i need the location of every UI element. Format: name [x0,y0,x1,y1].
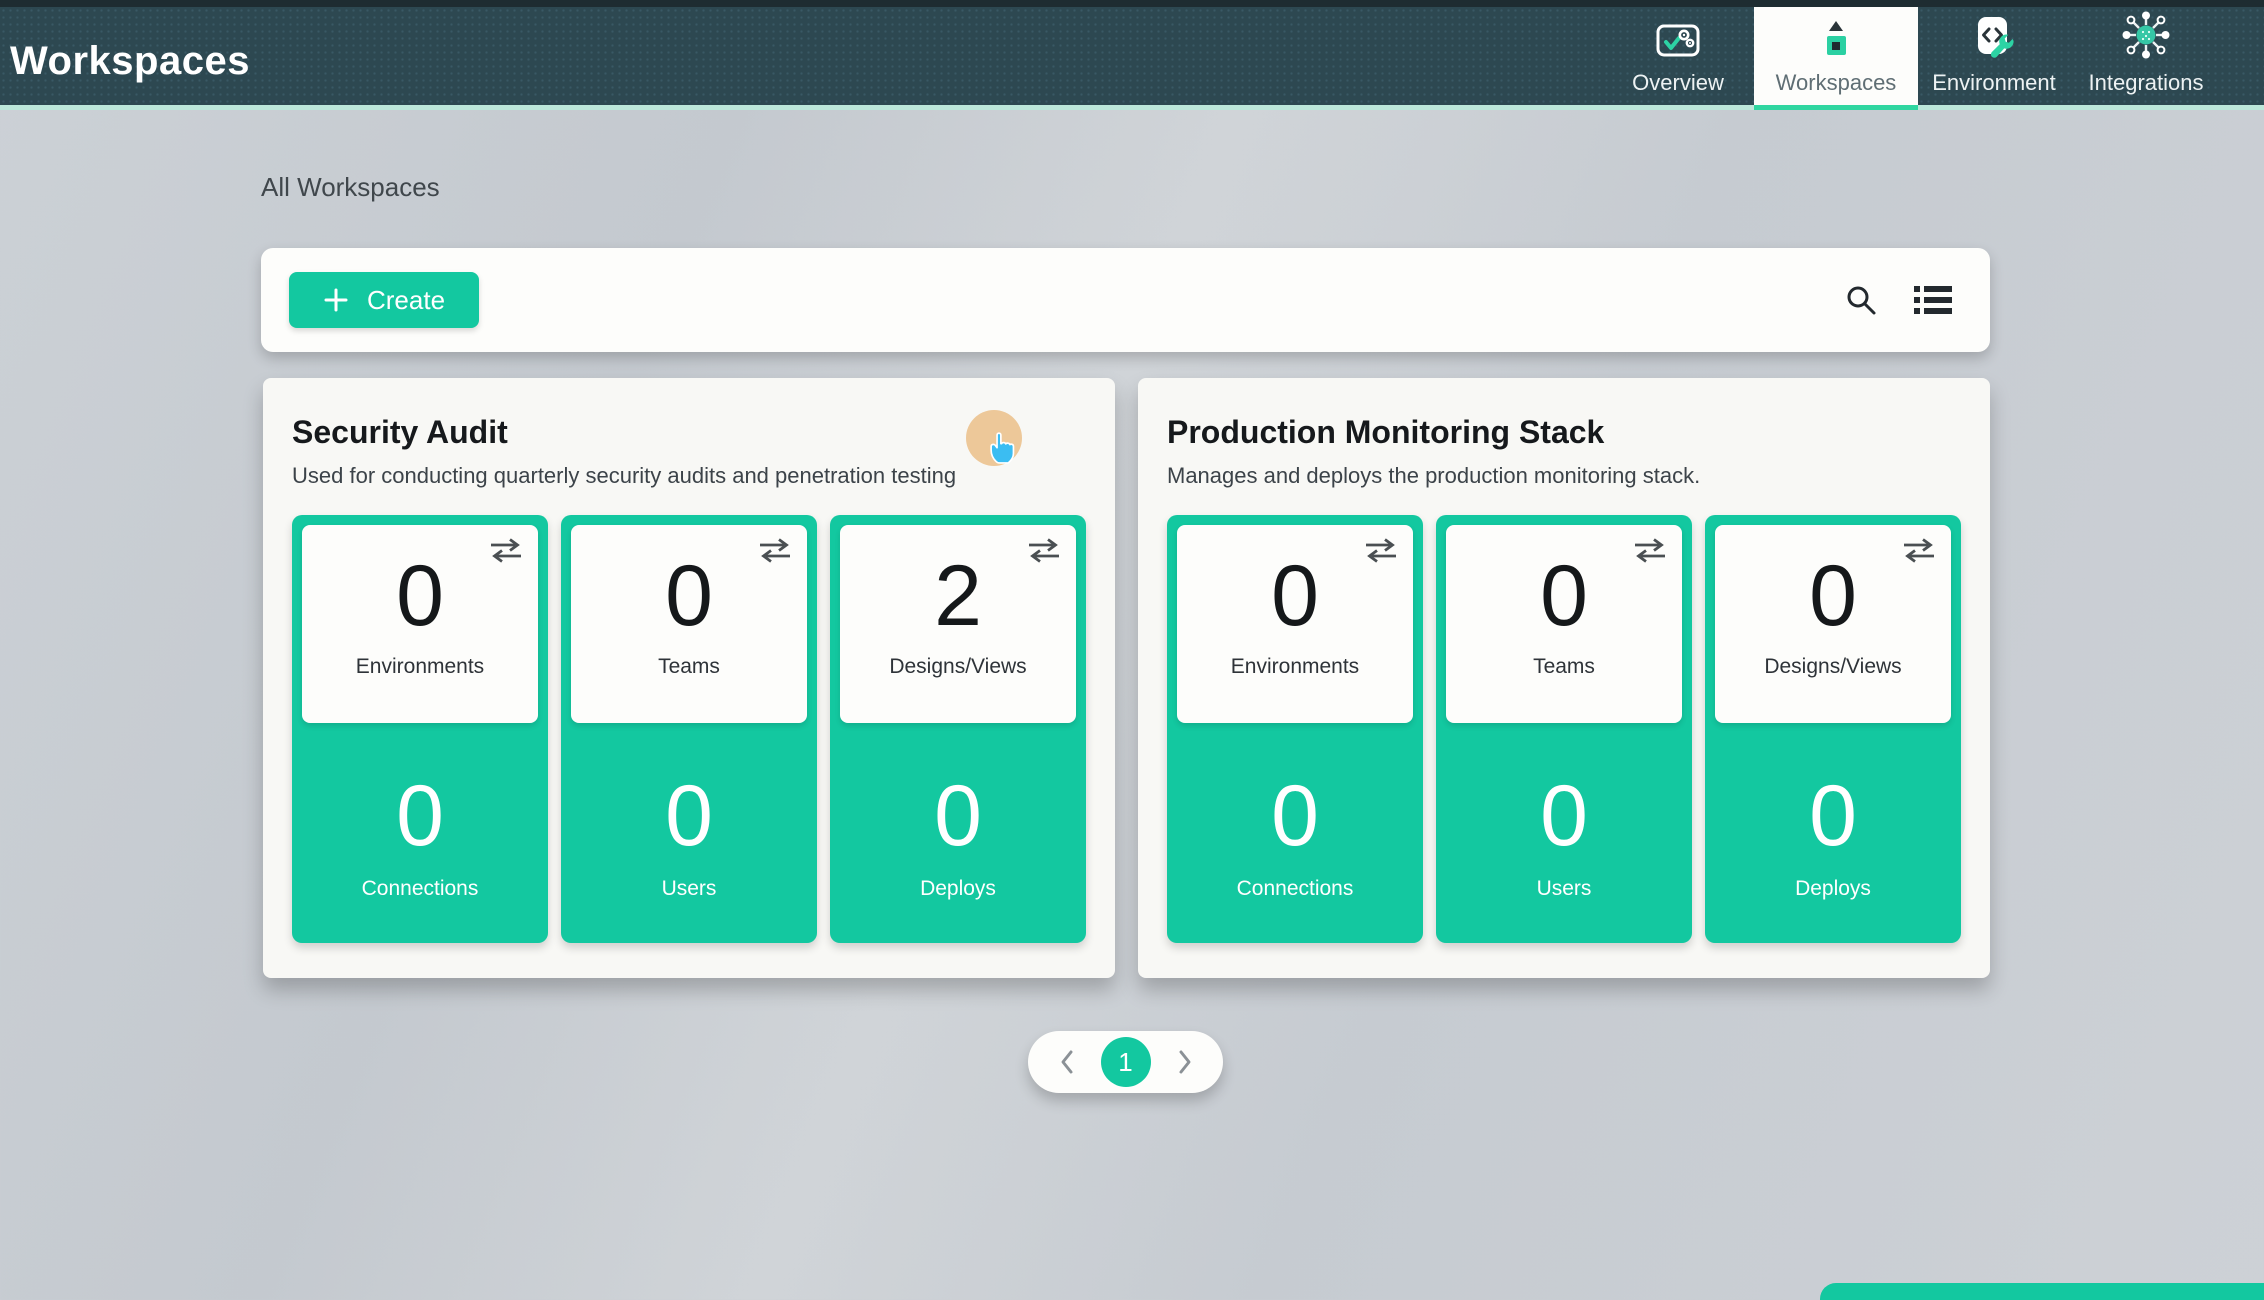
nav-tab-label: Environment [1932,70,2056,96]
app-title: Workspaces [10,39,250,84]
workspace-title: Production Monitoring Stack [1167,414,1961,451]
swap-arrows-icon[interactable] [1901,537,1937,565]
workspace-description: Used for conducting quarterly security a… [292,463,1086,489]
swap-arrows-icon[interactable] [488,537,524,565]
stat-value: 2 [934,553,982,639]
nav-tab-label: Integrations [2089,70,2204,96]
stat-tile-environments: 0 Environments 0 Connections [1167,515,1423,943]
overview-icon [1655,15,1701,61]
stat-tile-top: 0 Environments [302,525,538,723]
stat-label: Deploys [1795,877,1871,901]
list-view-icon[interactable] [1914,285,1952,315]
page-number-button[interactable]: 1 [1101,1037,1151,1087]
stat-label: Deploys [920,877,996,901]
swap-arrows-icon[interactable] [1632,537,1668,565]
swap-arrows-icon[interactable] [1363,537,1399,565]
workspaces-icon [1827,15,1846,61]
stat-tile-environments: 0 Environments 0 Connections [292,515,548,943]
bottom-right-toast[interactable] [1820,1283,2264,1300]
stat-tile-bottom: 0 Deploys [1705,733,1961,901]
top-navbar: Workspaces Overview Workspaces [0,0,2264,110]
stat-tile-designs: 0 Designs/Views 0 Deploys [1705,515,1961,943]
stat-tile-bottom: 0 Connections [1167,733,1423,901]
nav-tab-environment[interactable]: Environment [1918,7,2070,110]
stat-label: Users [1537,877,1592,901]
chevron-left-icon[interactable] [1057,1047,1077,1077]
stat-value: 0 [1540,773,1588,859]
stat-value: 0 [396,773,444,859]
stat-tile-bottom: 0 Users [1436,733,1692,901]
stat-label: Designs/Views [889,655,1026,679]
stat-tile-bottom: 0 Users [561,733,817,901]
chevron-right-icon[interactable] [1175,1047,1195,1077]
workspace-cards: Security Audit Used for conducting quart… [263,378,1990,978]
stat-value: 0 [934,773,982,859]
swap-arrows-icon[interactable] [757,537,793,565]
stat-label: Environments [356,655,484,679]
create-button[interactable]: Create [289,272,479,328]
create-button-label: Create [367,285,445,316]
stat-value: 0 [1540,553,1588,639]
workspace-title: Security Audit [292,414,1086,451]
workspace-description: Manages and deploys the production monit… [1167,463,1961,489]
swap-arrows-icon[interactable] [1026,537,1062,565]
stat-label: Users [662,877,717,901]
stat-tile-top: 0 Designs/Views [1715,525,1951,723]
pagination: 1 [1028,1031,1223,1093]
stat-value: 0 [1271,773,1319,859]
stat-label: Teams [1533,655,1595,679]
nav-tabs: Overview Workspaces Environment [1602,7,2222,110]
search-icon[interactable] [1844,283,1878,317]
stat-value: 0 [1271,553,1319,639]
nav-tab-overview[interactable]: Overview [1602,7,1754,110]
stat-value: 0 [1809,773,1857,859]
workspace-card-production-monitoring[interactable]: Production Monitoring Stack Manages and … [1138,378,1990,978]
nav-tab-integrations[interactable]: Integrations [2070,7,2222,110]
stat-tile-top: 0 Environments [1177,525,1413,723]
stat-value: 0 [396,553,444,639]
nav-tab-label: Workspaces [1776,70,1897,96]
stat-label: Environments [1231,655,1359,679]
environment-icon [1971,15,2017,61]
page-title: All Workspaces [261,172,440,203]
nav-tab-label: Overview [1632,70,1724,96]
stat-tile-teams: 0 Teams 0 Users [561,515,817,943]
stat-label: Connections [1237,877,1354,901]
workspace-card-security-audit[interactable]: Security Audit Used for conducting quart… [263,378,1115,978]
stat-tile-top: 0 Teams [571,525,807,723]
stat-tile-designs: 2 Designs/Views 0 Deploys [830,515,1086,943]
stat-value: 0 [1809,553,1857,639]
stat-label: Teams [658,655,720,679]
stat-tile-bottom: 0 Connections [292,733,548,901]
stat-tile-bottom: 0 Deploys [830,733,1086,901]
stat-label: Connections [362,877,479,901]
integrations-icon [2120,15,2172,61]
stat-tile-top: 2 Designs/Views [840,525,1076,723]
stat-value: 0 [665,553,713,639]
plus-icon [323,287,349,313]
stat-value: 0 [665,773,713,859]
nav-tab-workspaces[interactable]: Workspaces [1754,7,1918,110]
stat-tile-teams: 0 Teams 0 Users [1436,515,1692,943]
workspace-toolbar: Create [261,248,1990,352]
stat-label: Designs/Views [1764,655,1901,679]
stat-tile-top: 0 Teams [1446,525,1682,723]
